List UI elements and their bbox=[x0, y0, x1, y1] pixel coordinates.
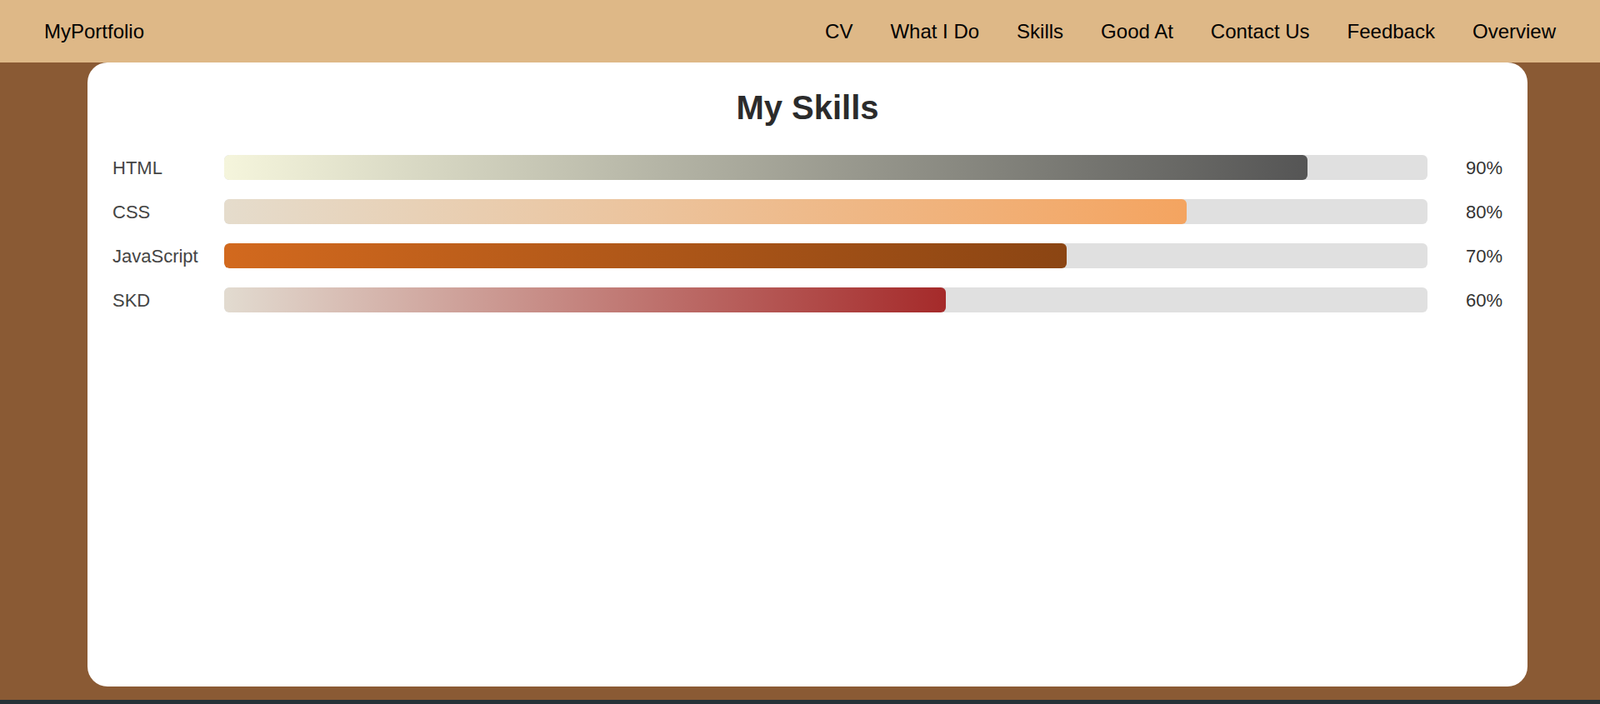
skill-track bbox=[224, 199, 1428, 225]
skill-row: HTML 90% bbox=[112, 155, 1503, 180]
skill-label: SKD bbox=[112, 286, 225, 315]
brand-link[interactable]: MyPortfolio bbox=[44, 16, 145, 47]
skill-row: SKD 60% bbox=[112, 287, 1503, 313]
nav-link[interactable]: What I Do bbox=[890, 16, 980, 47]
skill-fill bbox=[224, 243, 1067, 269]
skill-row: CSS 80% bbox=[112, 199, 1503, 225]
skills-card: My Skills HTML 90% CSS 80% JavaScript 70% SKD 6… bbox=[87, 62, 1528, 687]
skill-track bbox=[224, 243, 1428, 269]
top-nav: MyPortfolio CV What I Do Skills Good At Cont… bbox=[0, 0, 1600, 63]
skill-label: JavaScript bbox=[112, 242, 225, 270]
skill-percent: 80% bbox=[1427, 198, 1503, 226]
skill-percent: 90% bbox=[1427, 154, 1503, 182]
skill-percent: 60% bbox=[1427, 286, 1503, 315]
nav-link[interactable]: CV bbox=[825, 16, 853, 47]
nav-links: CV What I Do Skills Good At Contact Us Feedba… bbox=[825, 16, 1556, 47]
skill-percent: 70% bbox=[1427, 242, 1503, 270]
nav-link[interactable]: Good At bbox=[1100, 16, 1174, 47]
wood-background: My Skills HTML 90% CSS 80% JavaScript 70% SKD 6… bbox=[0, 62, 1600, 704]
skill-fill bbox=[224, 155, 1308, 180]
skill-label: HTML bbox=[112, 154, 225, 182]
skill-row: JavaScript 70% bbox=[112, 243, 1503, 269]
skill-label: CSS bbox=[112, 198, 225, 226]
card-title: My Skills bbox=[112, 87, 1503, 128]
bottom-strip bbox=[0, 700, 1600, 704]
skill-track bbox=[224, 155, 1428, 180]
skill-fill bbox=[224, 199, 1187, 225]
skill-track bbox=[224, 287, 1428, 313]
nav-link[interactable]: Contact Us bbox=[1210, 16, 1310, 47]
nav-link[interactable]: Skills bbox=[1016, 16, 1064, 47]
nav-link[interactable]: Overview bbox=[1472, 16, 1556, 47]
nav-link[interactable]: Feedback bbox=[1347, 16, 1435, 47]
skill-fill bbox=[224, 287, 946, 313]
skill-list: HTML 90% CSS 80% JavaScript 70% SKD 60% bbox=[112, 155, 1503, 313]
